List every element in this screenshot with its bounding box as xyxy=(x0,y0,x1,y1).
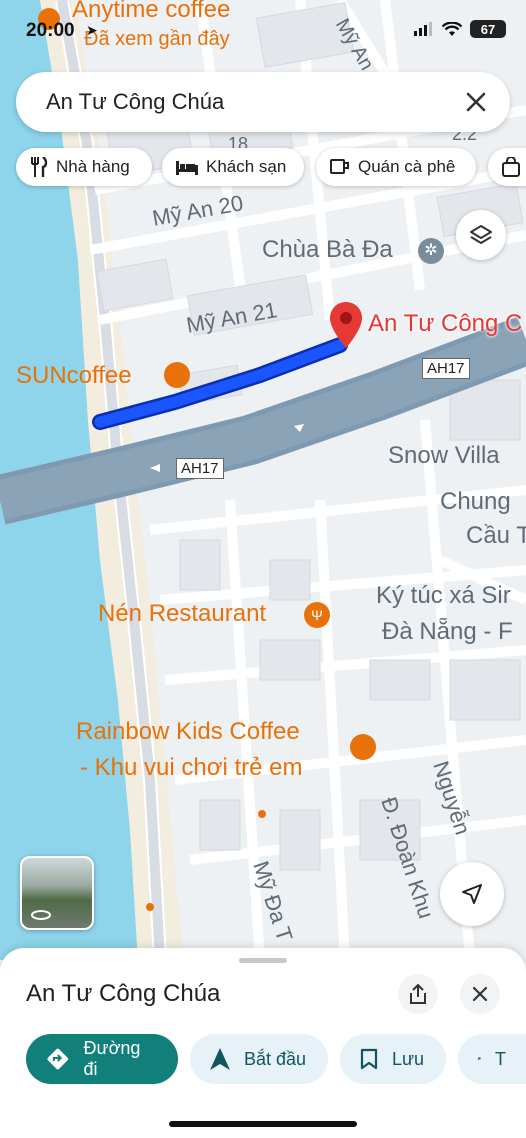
start-button[interactable]: Bắt đầu xyxy=(190,1034,328,1084)
poi-label-chung-cau[interactable]: Chung xyxy=(440,488,511,516)
coffee-icon[interactable] xyxy=(164,362,190,388)
place-bottom-sheet[interactable]: An Tư Công Chúa Đường đi Bắt đầu Lưu T xyxy=(0,948,526,1138)
poi-label-ky-tuc-xa[interactable]: Ký túc xá Sir xyxy=(376,582,511,610)
coffee-cup-icon xyxy=(330,159,349,174)
drag-handle[interactable] xyxy=(239,958,287,963)
flag-button[interactable]: T xyxy=(458,1034,526,1084)
battery-icon: 67 xyxy=(470,20,506,38)
poi-label-snow-villa[interactable]: Snow Villa xyxy=(388,442,500,470)
home-indicator[interactable] xyxy=(169,1121,357,1127)
poi-label-rainbow-kids[interactable]: Rainbow Kids Coffee xyxy=(76,718,300,746)
fork-knife-icon xyxy=(31,157,48,177)
search-input[interactable]: An Tư Công Chúa xyxy=(46,89,224,115)
bed-icon xyxy=(176,161,198,175)
location-arrow-icon: ➤ xyxy=(86,22,98,38)
navigation-arrow-icon xyxy=(462,884,482,904)
poi-label-nen-restaurant[interactable]: Nén Restaurant xyxy=(98,600,266,628)
save-button[interactable]: Lưu xyxy=(340,1034,446,1084)
shopping-bag-icon xyxy=(502,157,520,177)
coffee-icon[interactable] xyxy=(350,734,376,760)
close-button[interactable] xyxy=(460,974,500,1014)
wifi-icon xyxy=(442,21,462,36)
layers-button[interactable] xyxy=(456,210,506,260)
poi-label-rainbow-kids-2[interactable]: - Khu vui chơi trẻ em xyxy=(80,754,302,782)
poi-label-suncoffee[interactable]: SUNcoffee xyxy=(16,362,132,390)
share-button[interactable] xyxy=(398,974,438,1014)
street-view-thumbnail[interactable] xyxy=(20,856,94,930)
button-label: Bắt đầu xyxy=(244,1048,307,1069)
temple-icon[interactable]: ✲ xyxy=(418,238,444,264)
signal-icon xyxy=(414,22,432,36)
restaurant-icon[interactable]: Ψ xyxy=(304,602,330,628)
button-label: T xyxy=(495,1048,506,1069)
route-shield: AH17 xyxy=(422,358,470,379)
poi-label-ky-tuc-xa-2[interactable]: Đà Nẵng - F xyxy=(382,618,513,646)
chip-restaurants[interactable]: Nhà hàng xyxy=(16,148,152,186)
close-icon xyxy=(472,986,488,1002)
place-title: An Tư Công Chúa xyxy=(26,980,221,1007)
button-label: Đường đi xyxy=(83,1038,141,1079)
search-bar[interactable]: An Tư Công Chúa xyxy=(16,72,510,132)
chip-label: Khách sạn xyxy=(206,157,287,176)
directions-icon xyxy=(47,1048,69,1070)
poi-sublabel-recent: Đã xem gần đây xyxy=(84,28,230,50)
flag-icon xyxy=(478,1057,481,1061)
route-shield: AH17 xyxy=(176,458,224,479)
chip-label: Quán cà phê xyxy=(358,157,456,176)
bookmark-icon xyxy=(360,1048,378,1070)
pin-label[interactable]: An Tư Công C xyxy=(368,310,522,338)
poi-label-chua-ba-da[interactable]: Chùa Bà Đa xyxy=(262,236,393,264)
chip-hotels[interactable]: Khách sạn xyxy=(162,148,304,186)
rotate-360-icon xyxy=(31,910,51,920)
share-icon xyxy=(410,983,426,1004)
poi-label-anytime-coffee[interactable]: Anytime coffee xyxy=(72,0,230,24)
directions-button[interactable]: Đường đi xyxy=(26,1034,178,1084)
chip-cafes[interactable]: Quán cà phê xyxy=(316,148,476,186)
chip-shopping[interactable] xyxy=(488,148,526,186)
my-location-button[interactable] xyxy=(440,862,504,926)
navigation-arrow-icon xyxy=(210,1048,230,1070)
status-time: 20:00 xyxy=(26,20,75,41)
close-icon[interactable] xyxy=(460,86,492,118)
poi-label-chung-cau-2[interactable]: Cầu T xyxy=(466,522,526,550)
chip-label: Nhà hàng xyxy=(56,157,130,176)
location-pin-icon[interactable] xyxy=(330,302,362,353)
layers-icon xyxy=(470,225,492,244)
status-indicators: 67 xyxy=(414,20,506,38)
button-label: Lưu xyxy=(392,1048,425,1069)
